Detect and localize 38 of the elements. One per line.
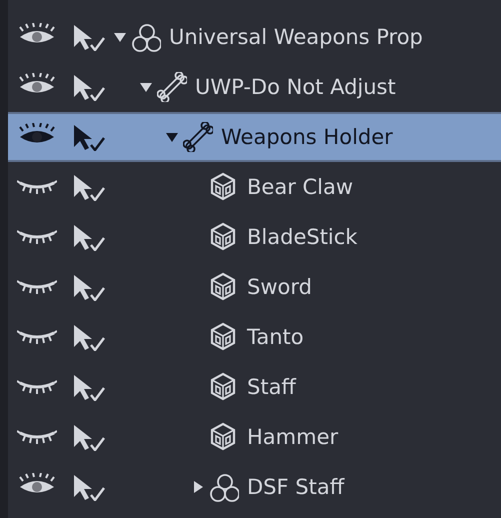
tree-row[interactable]: Sword [8,262,501,312]
tree-row[interactable]: BladeStick [8,212,501,262]
tree-row[interactable]: Tanto [8,312,501,362]
pointer-check-icon[interactable] [71,273,105,301]
pointer-check-icon[interactable] [71,223,105,251]
tree-row[interactable]: UWP-Do Not Adjust [8,62,501,112]
circles-icon [209,472,239,502]
tree-row[interactable]: Hammer [8,412,501,462]
pointer-check-icon[interactable] [71,123,105,151]
pointer-check-icon[interactable] [71,173,105,201]
tree-row[interactable]: Universal Weapons Prop [8,12,501,62]
pointer-check-icon[interactable] [71,323,105,351]
pointer-check-icon[interactable] [71,373,105,401]
bone-icon [183,122,213,152]
circles-icon [131,22,161,52]
tree-row[interactable]: Staff [8,362,501,412]
node-label: Sword [247,275,312,299]
collapse-arrow-icon[interactable] [139,80,153,94]
pointer-check-icon[interactable] [71,423,105,451]
collapse-arrow-icon[interactable] [165,130,179,144]
collapse-arrow-icon[interactable] [113,30,127,44]
node-label: DSF Staff [247,475,344,499]
bone-icon [157,72,187,102]
node-label: Bear Claw [247,175,354,199]
tree-row[interactable]: Weapons Holder [8,112,501,162]
expand-arrow-icon[interactable] [191,480,205,494]
node-label: Hammer [247,425,338,449]
node-label: UWP-Do Not Adjust [195,75,396,99]
tree-row[interactable]: DSF Staff [8,462,501,512]
pointer-check-icon[interactable] [71,23,105,51]
node-label: Tanto [247,325,304,349]
pointer-check-icon[interactable] [71,73,105,101]
node-label: Universal Weapons Prop [169,25,423,49]
pointer-check-icon[interactable] [71,473,105,501]
tree-row[interactable]: Bear Claw [8,162,501,212]
node-label: Staff [247,375,296,399]
node-label: BladeStick [247,225,358,249]
node-label: Weapons Holder [221,125,393,149]
